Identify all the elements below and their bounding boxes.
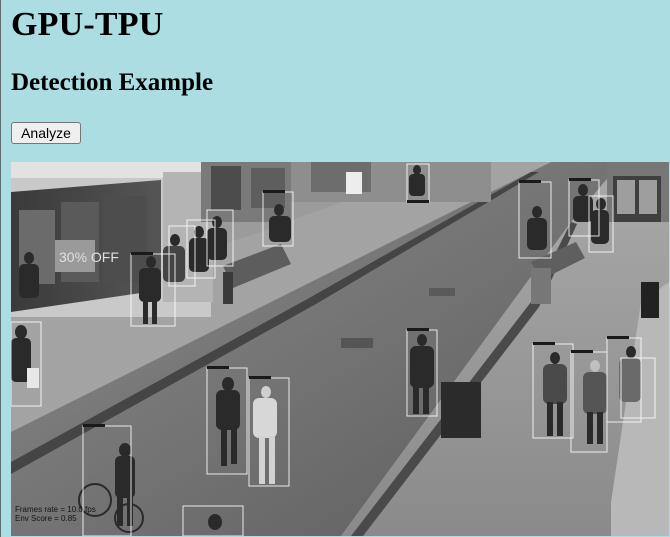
street-scene: 30% OFF [11, 162, 669, 536]
env-score-readout: Env Score = 0.85 [15, 514, 77, 523]
section-title: Detection Example [11, 69, 214, 96]
analyze-button[interactable]: Analyze [11, 122, 81, 144]
frame-rate-readout: Frames rate = 10.0 fps [15, 505, 96, 514]
page-title: GPU-TPU [11, 6, 164, 43]
detection-image: 30% OFF Frames rate = 10.0 fps Env Score… [11, 162, 669, 536]
svg-text:30% OFF: 30% OFF [59, 249, 119, 265]
